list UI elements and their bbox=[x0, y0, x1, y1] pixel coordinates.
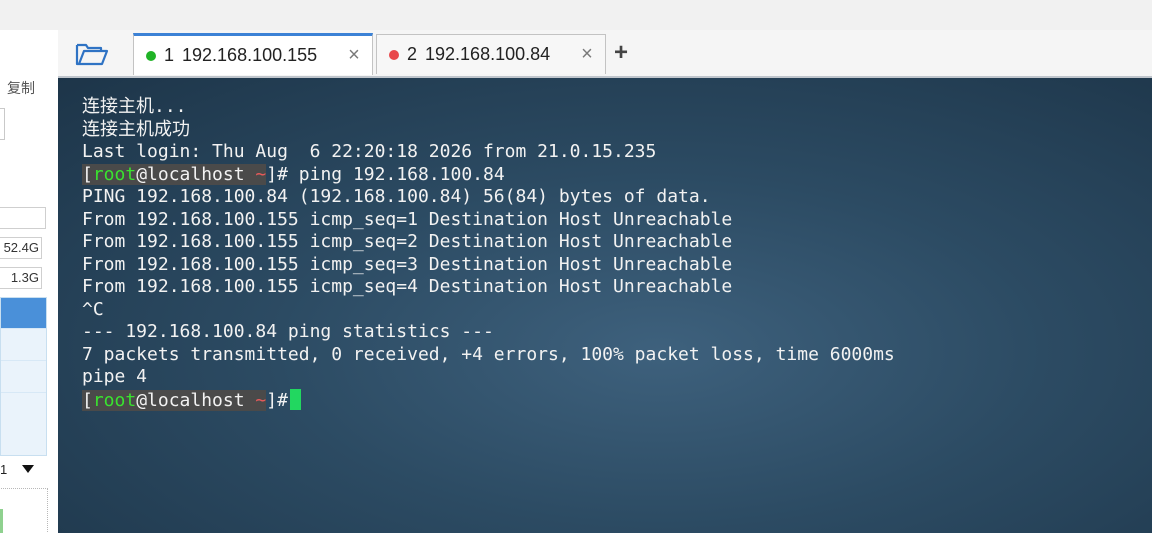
terminal-line: 连接主机... bbox=[82, 96, 187, 117]
prompt-host: @localhost bbox=[136, 389, 245, 411]
prompt: [root@localhost ~ bbox=[82, 163, 267, 185]
terminal-prompt-line: [root@localhost ~]# ping 192.168.100.84 bbox=[82, 163, 505, 185]
list-item[interactable] bbox=[1, 328, 46, 360]
window-top-strip bbox=[0, 0, 1152, 30]
dropdown-value[interactable]: 1 bbox=[0, 462, 7, 477]
list-item-selected[interactable] bbox=[1, 298, 46, 328]
process-list[interactable] bbox=[0, 297, 47, 456]
prompt-path: ~ bbox=[255, 389, 267, 411]
add-tab-button[interactable]: + bbox=[614, 40, 628, 66]
prompt: [root@localhost ~ bbox=[82, 389, 267, 411]
dropdown-arrow-icon[interactable] bbox=[22, 465, 34, 473]
tab-number: 2 bbox=[407, 44, 418, 64]
typed-command: ping 192.168.100.84 bbox=[287, 163, 505, 185]
tab-title: 192.168.100.155 bbox=[182, 45, 318, 65]
terminal-line: 7 packets transmitted, 0 received, +4 er… bbox=[82, 343, 895, 365]
network-graph bbox=[0, 488, 48, 533]
filter-input[interactable] bbox=[0, 207, 46, 229]
terminal-view[interactable]: 连接主机... 连接主机成功 Last login: Thu Aug 6 22:… bbox=[58, 78, 1152, 533]
terminal-output: 连接主机... 连接主机成功 Last login: Thu Aug 6 22:… bbox=[82, 96, 895, 411]
tab-number: 1 bbox=[164, 45, 175, 65]
terminal-cursor[interactable] bbox=[289, 388, 301, 410]
tab-title: 192.168.100.84 bbox=[425, 44, 551, 64]
prompt-user: root bbox=[92, 163, 137, 185]
list-item[interactable] bbox=[1, 392, 46, 424]
terminal-line: Last login: Thu Aug 6 22:20:18 2026 from… bbox=[82, 141, 657, 162]
left-side-panel: 复制 52.4G 1.3G 1 bbox=[0, 30, 59, 533]
terminal-line: pipe 4 bbox=[82, 366, 148, 387]
disk-size-value: 52.4G bbox=[0, 237, 42, 259]
disconnected-status-icon bbox=[389, 49, 399, 60]
tab-session-1[interactable]: 1 192.168.100.155 × bbox=[133, 33, 373, 75]
terminal-line: PING 192.168.100.84 (192.168.100.84) 56(… bbox=[82, 186, 711, 207]
prompt-host: @localhost bbox=[136, 163, 245, 185]
folder-open-icon[interactable] bbox=[75, 41, 109, 67]
close-icon[interactable]: × bbox=[577, 43, 597, 66]
terminal-line: --- 192.168.100.84 ping statistics --- bbox=[82, 321, 494, 342]
terminal-line: From 192.168.100.155 icmp_seq=1 Destinat… bbox=[82, 208, 733, 230]
path-input[interactable] bbox=[0, 108, 5, 140]
terminal-line: From 192.168.100.155 icmp_seq=2 Destinat… bbox=[82, 231, 733, 252]
terminal-prompt-line[interactable]: [root@localhost ~]# bbox=[82, 388, 895, 412]
prompt-path: ~ bbox=[255, 163, 267, 185]
session-tab-bar: 1 192.168.100.155 × 2 192.168.100.84 × + bbox=[58, 30, 1152, 78]
list-item[interactable] bbox=[1, 360, 46, 392]
terminal-line: ^C bbox=[82, 298, 104, 320]
terminal-line: 连接主机成功 bbox=[82, 118, 190, 140]
close-icon[interactable]: × bbox=[344, 44, 364, 67]
connected-status-icon bbox=[146, 50, 156, 61]
tab-session-2[interactable]: 2 192.168.100.84 × bbox=[376, 34, 606, 74]
copy-button[interactable]: 复制 bbox=[7, 78, 35, 98]
graph-bar bbox=[0, 509, 3, 533]
prompt-user: root bbox=[92, 389, 137, 411]
terminal-line: From 192.168.100.155 icmp_seq=4 Destinat… bbox=[82, 276, 733, 297]
terminal-line: From 192.168.100.155 icmp_seq=3 Destinat… bbox=[82, 253, 733, 275]
disk-size-value: 1.3G bbox=[0, 267, 42, 289]
